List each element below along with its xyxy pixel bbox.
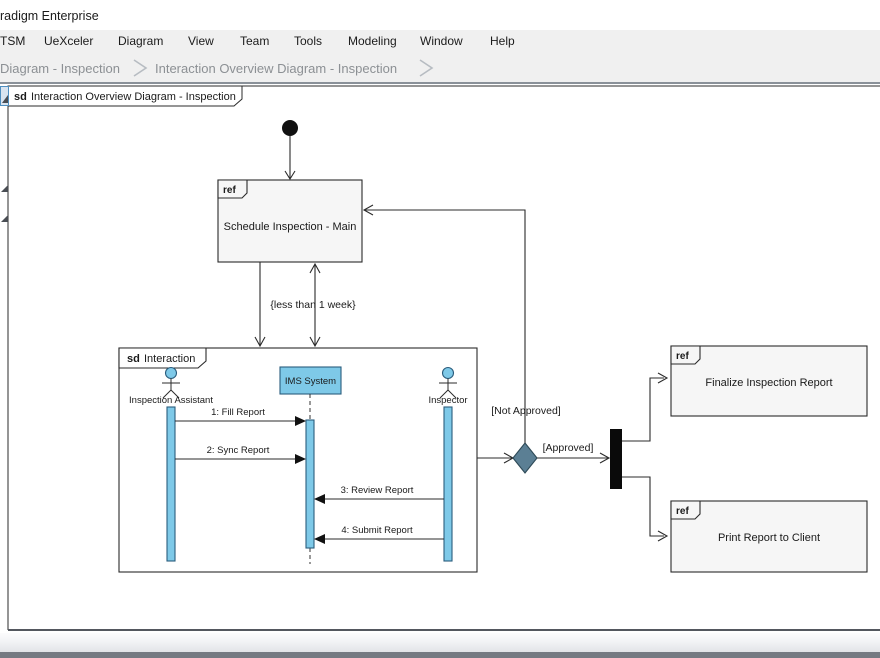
fork-bar <box>610 429 622 489</box>
constraint-label: {less than 1 week} <box>270 299 356 311</box>
flow-interaction-to-decision[interactable] <box>477 453 513 463</box>
message-label: 1: Fill Report <box>211 407 265 418</box>
message-label: 4: Submit Report <box>341 525 413 536</box>
decision-diamond <box>513 443 537 473</box>
ref-label: Finalize Inspection Report <box>705 377 832 389</box>
activation-bar <box>167 407 175 561</box>
actor-label: Inspector <box>428 395 467 406</box>
activation-bar <box>306 420 314 548</box>
fork-node[interactable] <box>610 429 622 489</box>
panel-grip-arrow-icon[interactable] <box>1 185 8 192</box>
interaction-overview-diagram[interactable]: sd Interaction Overview Diagram - Inspec… <box>0 0 880 658</box>
duration-constraint[interactable]: {less than 1 week} <box>270 264 356 346</box>
flow-fork-to-finalize[interactable] <box>622 373 667 441</box>
actor-head <box>443 368 454 379</box>
object-label: IMS System <box>285 376 336 387</box>
frame-title: Interaction Overview Diagram - Inspectio… <box>31 91 236 103</box>
ref-label: Print Report to Client <box>718 532 820 544</box>
status-bar <box>0 633 880 652</box>
app-window: radigm Enterprise TSM UeXceler Diagram V… <box>0 0 880 658</box>
ref-keyword: ref <box>676 351 689 362</box>
message-label: 3: Review Report <box>341 485 414 496</box>
flow-line <box>622 378 664 441</box>
actor-label: Inspection Assistant <box>129 395 213 406</box>
interaction-keyword: sd <box>127 353 140 365</box>
collapsed-panel-grip[interactable] <box>1 87 9 106</box>
guard-not-approved: [Not Approved] <box>491 405 561 417</box>
flow-fork-to-print[interactable] <box>622 477 667 541</box>
ref-schedule-inspection[interactable]: ref Schedule Inspection - Main <box>218 180 362 262</box>
guard-approved: [Approved] <box>543 442 594 454</box>
panel-grip-arrow-icon[interactable] <box>1 215 8 222</box>
ref-label: Schedule Inspection - Main <box>224 221 357 233</box>
ref-print-report-to-client[interactable]: ref Print Report to Client <box>671 501 867 572</box>
interaction-title: Interaction <box>144 353 195 365</box>
ref-keyword: ref <box>223 185 236 196</box>
initial-node[interactable] <box>282 120 298 136</box>
activation-bar <box>444 407 452 561</box>
ref-finalize-inspection-report[interactable]: ref Finalize Inspection Report <box>671 346 867 416</box>
flow-initial-to-schedule[interactable] <box>285 136 295 179</box>
window-bottom-edge <box>0 652 880 658</box>
ref-keyword: ref <box>676 506 689 517</box>
message-label: 2: Sync Report <box>207 445 270 456</box>
flow-approved[interactable]: [Approved] <box>537 442 609 463</box>
flow-schedule-to-interaction[interactable] <box>255 262 265 346</box>
frame-keyword: sd <box>14 91 27 103</box>
actor-head <box>166 368 177 379</box>
initial-node-circle <box>282 120 298 136</box>
flow-line <box>622 477 664 536</box>
decision-node[interactable] <box>513 443 537 473</box>
